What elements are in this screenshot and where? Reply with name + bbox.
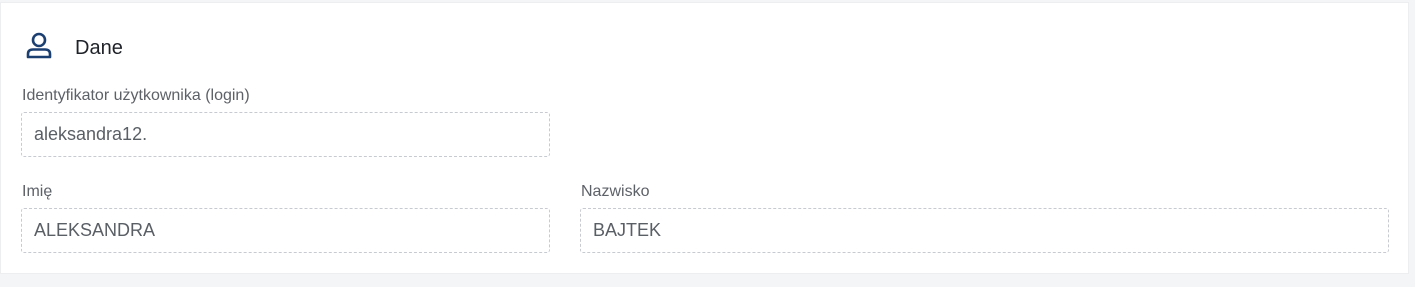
last-name-label: Nazwisko bbox=[581, 183, 650, 200]
login-value: aleksandra12. bbox=[34, 124, 148, 144]
first-name-value: ALEKSANDRA bbox=[34, 220, 156, 240]
login-label: Identyfikator użytkownika (login) bbox=[22, 87, 250, 104]
user-icon bbox=[24, 31, 54, 61]
first-name-field[interactable]: ALEKSANDRA bbox=[21, 208, 550, 253]
section-header: Dane bbox=[24, 29, 123, 63]
user-data-card: Dane Identyfikator użytkownika (login) a… bbox=[0, 2, 1409, 274]
first-name-label: Imię bbox=[22, 183, 53, 200]
section-title: Dane bbox=[75, 36, 123, 59]
last-name-field[interactable]: BAJTEK bbox=[580, 208, 1389, 253]
login-field[interactable]: aleksandra12. bbox=[21, 112, 550, 157]
last-name-value: BAJTEK bbox=[593, 220, 662, 240]
